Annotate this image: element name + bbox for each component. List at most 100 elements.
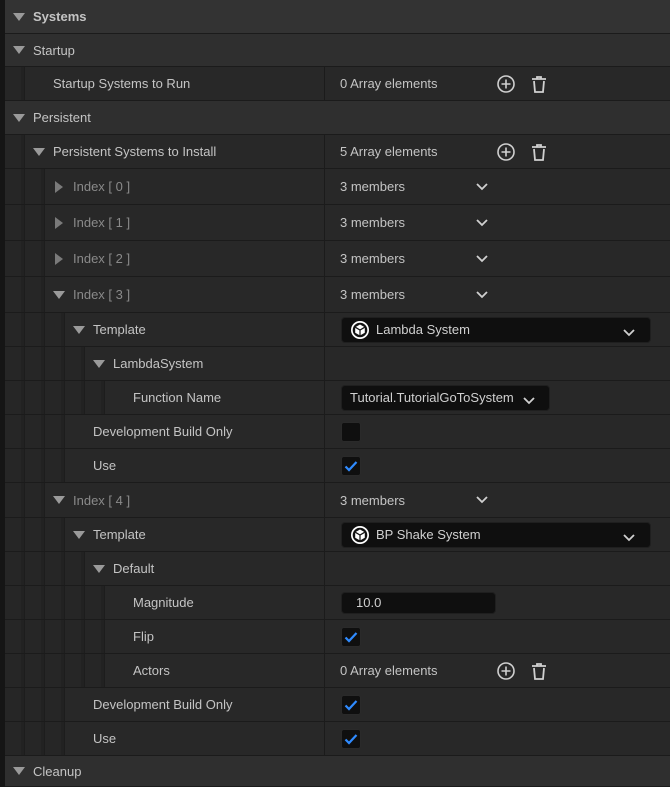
indent-guides — [5, 135, 25, 168]
indent-guides — [5, 169, 45, 204]
indent-guide — [45, 620, 65, 653]
expand-arrow-down-icon[interactable] — [11, 763, 27, 779]
indent-guide — [25, 241, 45, 276]
indent-guide — [25, 381, 45, 414]
indent-guides — [5, 347, 85, 380]
property-row-index-0: Index [ 0 ] 3 members — [5, 169, 670, 205]
expand-arrow-right-icon[interactable] — [51, 179, 67, 195]
add-element-icon[interactable] — [496, 74, 516, 94]
development-build-only-checkbox[interactable] — [341, 421, 361, 442]
delete-all-icon[interactable] — [529, 74, 549, 94]
chevron-down-icon[interactable] — [472, 490, 492, 510]
property-row-flip: Flip — [5, 620, 670, 654]
property-label: Template — [93, 322, 146, 337]
use-checkbox[interactable] — [341, 455, 361, 476]
expand-arrow-down-icon[interactable] — [11, 9, 27, 25]
expand-arrow-down-icon[interactable] — [31, 144, 47, 160]
chevron-down-icon[interactable] — [472, 213, 492, 233]
category-systems[interactable]: Systems — [5, 0, 670, 34]
property-label: Startup Systems to Run — [53, 76, 191, 91]
checkmark-icon — [344, 733, 358, 745]
property-row-actors: Actors 0 Array elements — [5, 654, 670, 688]
indent-guide — [5, 169, 25, 204]
property-value — [324, 449, 670, 482]
property-name[interactable]: Startup — [5, 34, 670, 66]
magnitude-input[interactable]: 10.0 — [341, 591, 496, 614]
chevron-down-icon[interactable] — [472, 285, 492, 305]
property-value: 3 members — [324, 277, 670, 312]
class-picker-combo[interactable]: Lambda System — [341, 316, 651, 343]
indent-guide — [5, 654, 25, 687]
category-persistent[interactable]: Persistent — [5, 101, 670, 135]
indent-guide — [5, 205, 25, 240]
expand-arrow-right-icon[interactable] — [51, 251, 67, 267]
indent-guide — [25, 518, 45, 551]
indent-guides — [5, 205, 45, 240]
class-picker-combo[interactable]: BP Shake System — [341, 521, 651, 548]
indent-guides — [5, 277, 45, 312]
property-label: Cleanup — [33, 763, 82, 779]
expand-arrow-down-icon[interactable] — [11, 42, 27, 58]
property-value — [324, 347, 670, 380]
expand-arrow-down-icon[interactable] — [51, 492, 67, 508]
indent-guides — [5, 586, 105, 619]
expand-arrow-down-icon[interactable] — [91, 356, 107, 372]
value-text: 3 members — [340, 215, 406, 230]
indent-guide — [25, 654, 45, 687]
property-label: Persistent — [33, 110, 91, 125]
expand-arrow-down-icon[interactable] — [71, 527, 87, 543]
indent-guides — [5, 620, 105, 653]
indent-guide — [5, 552, 25, 585]
property-row-index-4: Index [ 4 ] 3 members — [5, 483, 670, 518]
indent-guide — [85, 586, 105, 619]
expand-arrow-down-icon[interactable] — [91, 561, 107, 577]
indent-guide — [25, 586, 45, 619]
expand-arrow-down-icon[interactable] — [51, 287, 67, 303]
add-element-icon[interactable] — [496, 661, 516, 681]
property-name[interactable]: Cleanup — [5, 756, 670, 786]
value-text: 0 Array elements — [340, 663, 438, 678]
indent-guide — [65, 552, 85, 585]
property-name[interactable]: Systems — [5, 0, 670, 33]
indent-guide — [25, 449, 45, 482]
expand-arrow-down-icon[interactable] — [71, 322, 87, 338]
indent-guide — [5, 135, 25, 168]
input-value: 10.0 — [356, 595, 382, 610]
category-cleanup[interactable]: Cleanup — [5, 756, 670, 787]
property-row-index-1: Index [ 1 ] 3 members — [5, 205, 670, 241]
property-row-default: Default — [5, 552, 670, 586]
property-value: 3 members — [324, 483, 670, 517]
indent-guide — [45, 347, 65, 380]
indent-guide — [5, 620, 25, 653]
flip-checkbox[interactable] — [341, 626, 361, 647]
chevron-down-icon[interactable] — [472, 249, 492, 269]
indent-guide — [45, 552, 65, 585]
chevron-down-icon — [622, 531, 636, 546]
indent-guides — [5, 415, 65, 448]
indent-guides — [5, 381, 105, 414]
add-element-icon[interactable] — [496, 142, 516, 162]
property-value — [324, 415, 670, 448]
indent-guide — [65, 381, 85, 414]
use-checkbox[interactable] — [341, 728, 361, 749]
property-name[interactable]: Persistent — [5, 101, 670, 134]
indent-guide — [25, 313, 45, 346]
expand-arrow-right-icon[interactable] — [51, 215, 67, 231]
indent-guide — [5, 518, 25, 551]
dropdown-value: Tutorial.TutorialGoToSystem — [350, 390, 514, 405]
indent-guide — [25, 722, 45, 755]
function-name-dropdown[interactable]: Tutorial.TutorialGoToSystem — [341, 384, 550, 411]
indent-guide — [45, 688, 65, 721]
expand-arrow-down-icon[interactable] — [11, 110, 27, 126]
indent-guide — [5, 483, 25, 517]
delete-all-icon[interactable] — [529, 661, 549, 681]
delete-all-icon[interactable] — [529, 142, 549, 162]
chevron-down-icon[interactable] — [472, 177, 492, 197]
property-row-index-2: Index [ 2 ] 3 members — [5, 241, 670, 277]
cube-icon — [350, 525, 370, 545]
category-startup[interactable]: Startup — [5, 34, 670, 67]
indent-guide — [5, 586, 25, 619]
development-build-only-checkbox[interactable] — [341, 694, 361, 715]
combo-value: BP Shake System — [376, 527, 481, 542]
property-row-template: Template BP Shake System — [5, 518, 670, 552]
